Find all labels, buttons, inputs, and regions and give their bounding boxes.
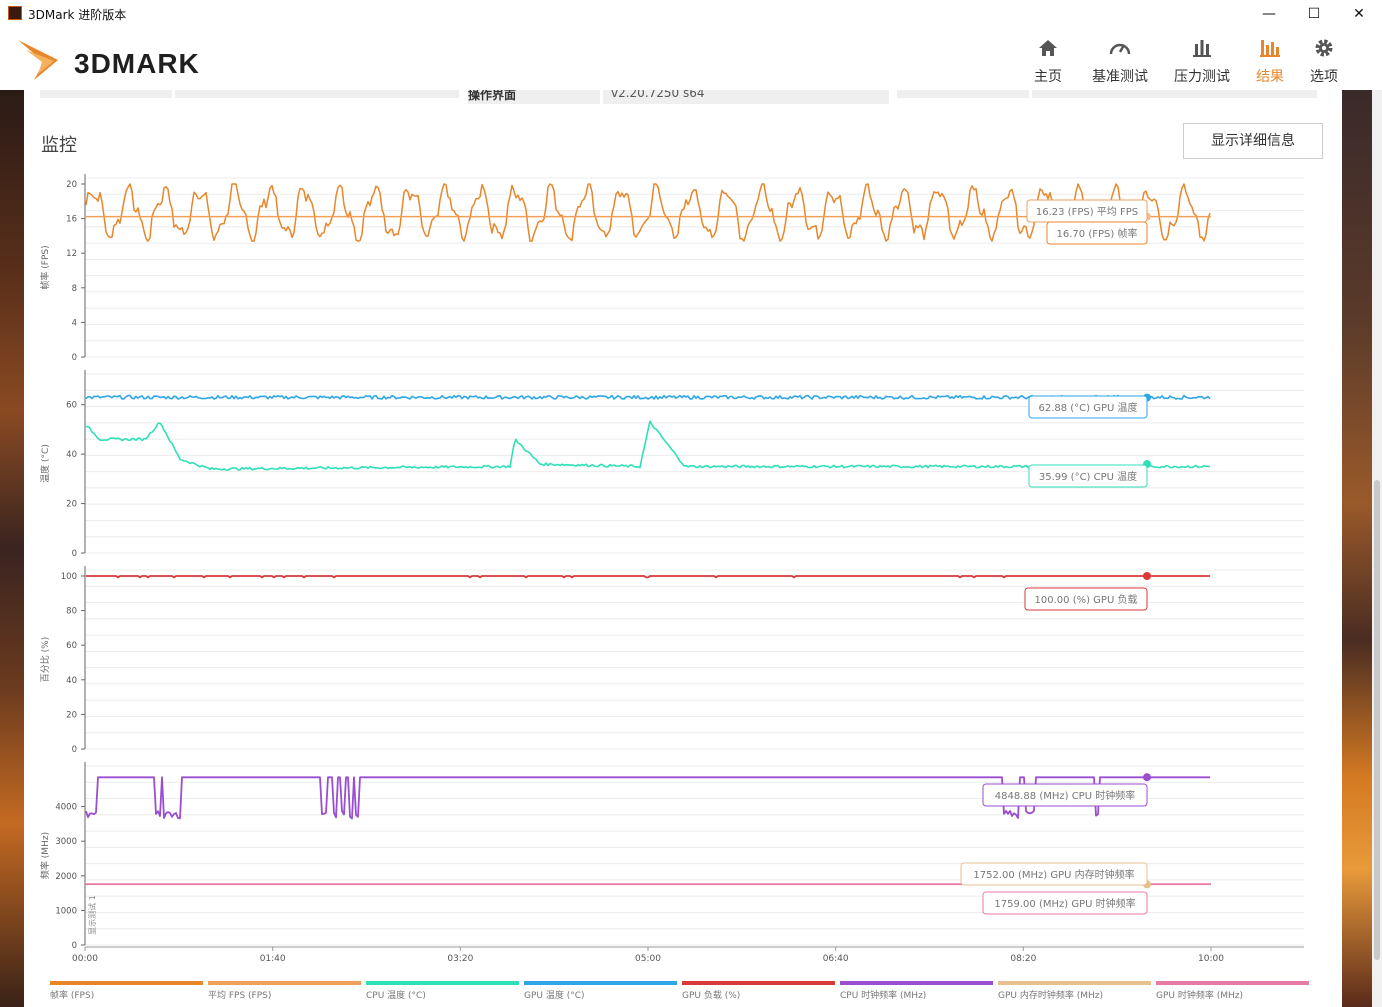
home-icon xyxy=(1039,40,1057,56)
y-tick-label: 2000 xyxy=(55,872,77,882)
legend-label: 帧率 (FPS) xyxy=(50,989,94,1001)
legend-swatch xyxy=(682,981,835,985)
legend-label: GPU 内存时钟频率 (MHz) xyxy=(998,989,1103,1001)
y-tick-label: 80 xyxy=(66,607,77,617)
logo-text: 3DMARK xyxy=(74,48,200,79)
3dmark-logo[interactable]: 3DMARK xyxy=(14,34,199,88)
results-icon xyxy=(1260,40,1280,57)
x-tick-label: 10:00 xyxy=(1198,954,1224,964)
legend-label: CPU 时钟频率 (MHz) xyxy=(840,989,926,1001)
value-tooltip-text: 35.99 (°C) CPU 温度 xyxy=(1039,470,1137,483)
y-axis-label: 帧率 (FPS) xyxy=(39,245,51,289)
legend-swatch xyxy=(50,981,203,985)
x-tick-label: 01:40 xyxy=(260,954,286,964)
legend-swatch xyxy=(524,981,677,985)
nav-stress-tests[interactable]: 压力测试 xyxy=(1174,36,1230,86)
y-tick-label: 40 xyxy=(66,676,77,686)
series-marker-dot xyxy=(1143,773,1151,782)
x-tick-label: 05:00 xyxy=(635,954,661,964)
app-icon xyxy=(8,6,22,20)
nav-label-home: 主页 xyxy=(1034,69,1062,85)
y-tick-label: 20 xyxy=(66,710,77,720)
test-annotation: 显示测试 1 xyxy=(87,895,97,935)
value-tooltip-text: 16.23 (FPS) 平均 FPS xyxy=(1036,206,1138,218)
x-tick-label: 03:20 xyxy=(447,954,473,964)
nav-options[interactable]: 选项 xyxy=(1310,36,1338,86)
results-panel: 操作界面 v2.20.7250 s64 监控 显示详细信息 0 4 8 12 16 20 帧… xyxy=(24,90,1342,1007)
legend-swatch xyxy=(1156,981,1309,985)
window-titlebar: 3DMark 进阶版本 — ☐ ✕ xyxy=(0,0,1382,28)
cpu-temp-line xyxy=(85,420,1211,471)
legend-swatch xyxy=(840,981,993,985)
app-header: 3DMARK 主页 基准测试 压力测试 结果 选项 xyxy=(0,28,1382,90)
scrollbar-thumb[interactable] xyxy=(1374,480,1380,960)
y-axis-label: 频率 (MHz) xyxy=(39,832,51,879)
maximize-button[interactable]: ☐ xyxy=(1291,0,1337,28)
legend-label: 平均 FPS (FPS) xyxy=(208,989,271,1001)
x-tick-label: 06:40 xyxy=(823,954,849,964)
legend-label: GPU 温度 (°C) xyxy=(524,989,585,1001)
nav-label-benchmarks: 基准测试 xyxy=(1092,69,1148,85)
y-tick-label: 16 xyxy=(66,215,77,225)
y-tick-label: 100 xyxy=(61,572,77,582)
bar-chart-icon xyxy=(1193,40,1211,57)
value-tooltip-text: 62.88 (°C) GPU 温度 xyxy=(1038,401,1137,414)
series-marker-dot xyxy=(1143,572,1151,580)
y-tick-label: 60 xyxy=(66,641,77,651)
y-tick-label: 0 xyxy=(72,745,77,755)
nav-label-stress-tests: 压力测试 xyxy=(1174,69,1230,85)
legend-swatch xyxy=(998,981,1151,985)
monitoring-chart: 0 4 8 12 16 20 帧率 (FPS) 0 20 40 60 温度 (°C) 0 20 40 60 80… xyxy=(39,174,1309,1001)
nav-home[interactable]: 主页 xyxy=(1034,36,1062,86)
y-axis-label: 温度 (°C) xyxy=(39,444,51,483)
background-art-left xyxy=(0,90,24,1007)
y-tick-label: 4000 xyxy=(55,803,77,813)
gpu-load-line xyxy=(86,575,1210,579)
logo-flame-icon xyxy=(18,40,58,80)
nav-label-results: 结果 xyxy=(1256,69,1284,85)
nav-benchmarks[interactable]: 基准测试 xyxy=(1092,36,1148,86)
value-tooltip-text: 4848.88 (MHz) CPU 时钟频率 xyxy=(995,789,1135,802)
y-tick-label: 0 xyxy=(72,941,77,951)
y-tick-label: 20 xyxy=(66,500,77,510)
y-tick-label: 0 xyxy=(72,353,77,363)
value-tooltip-text: 1752.00 (MHz) GPU 内存时钟频率 xyxy=(973,868,1134,881)
y-tick-label: 20 xyxy=(66,180,77,190)
nav-label-options: 选项 xyxy=(1310,69,1338,85)
value-tooltip-text: 100.00 (%) GPU 负载 xyxy=(1035,593,1138,606)
legend-label: CPU 温度 (°C) xyxy=(366,989,426,1001)
y-tick-label: 12 xyxy=(66,249,77,259)
legend-swatch xyxy=(366,981,519,985)
y-tick-label: 1000 xyxy=(55,906,77,916)
y-tick-label: 0 xyxy=(72,549,77,559)
y-tick-label: 3000 xyxy=(55,837,77,847)
y-tick-label: 4 xyxy=(72,318,77,328)
y-tick-label: 60 xyxy=(66,401,77,411)
y-tick-label: 40 xyxy=(66,450,77,460)
gear-icon xyxy=(1315,39,1333,57)
x-tick-label: 08:20 xyxy=(1010,954,1036,964)
x-tick-label: 00:00 xyxy=(72,954,98,964)
value-tooltip-text: 16.70 (FPS) 帧率 xyxy=(1057,227,1138,240)
legend-swatch xyxy=(208,981,361,985)
gauge-icon xyxy=(1109,43,1131,55)
background-art-right xyxy=(1342,90,1372,1007)
nav-results[interactable]: 结果 xyxy=(1256,36,1284,86)
legend-label: GPU 负载 (%) xyxy=(682,989,740,1001)
y-tick-label: 8 xyxy=(72,284,77,294)
minimize-button[interactable]: — xyxy=(1246,0,1292,28)
close-button[interactable]: ✕ xyxy=(1336,0,1382,28)
y-axis-label: 百分比 (%) xyxy=(39,637,51,682)
window-title: 3DMark 进阶版本 xyxy=(28,8,127,22)
legend-label: GPU 时钟频率 (MHz) xyxy=(1156,989,1243,1001)
value-tooltip-text: 1759.00 (MHz) GPU 时钟频率 xyxy=(994,897,1135,910)
